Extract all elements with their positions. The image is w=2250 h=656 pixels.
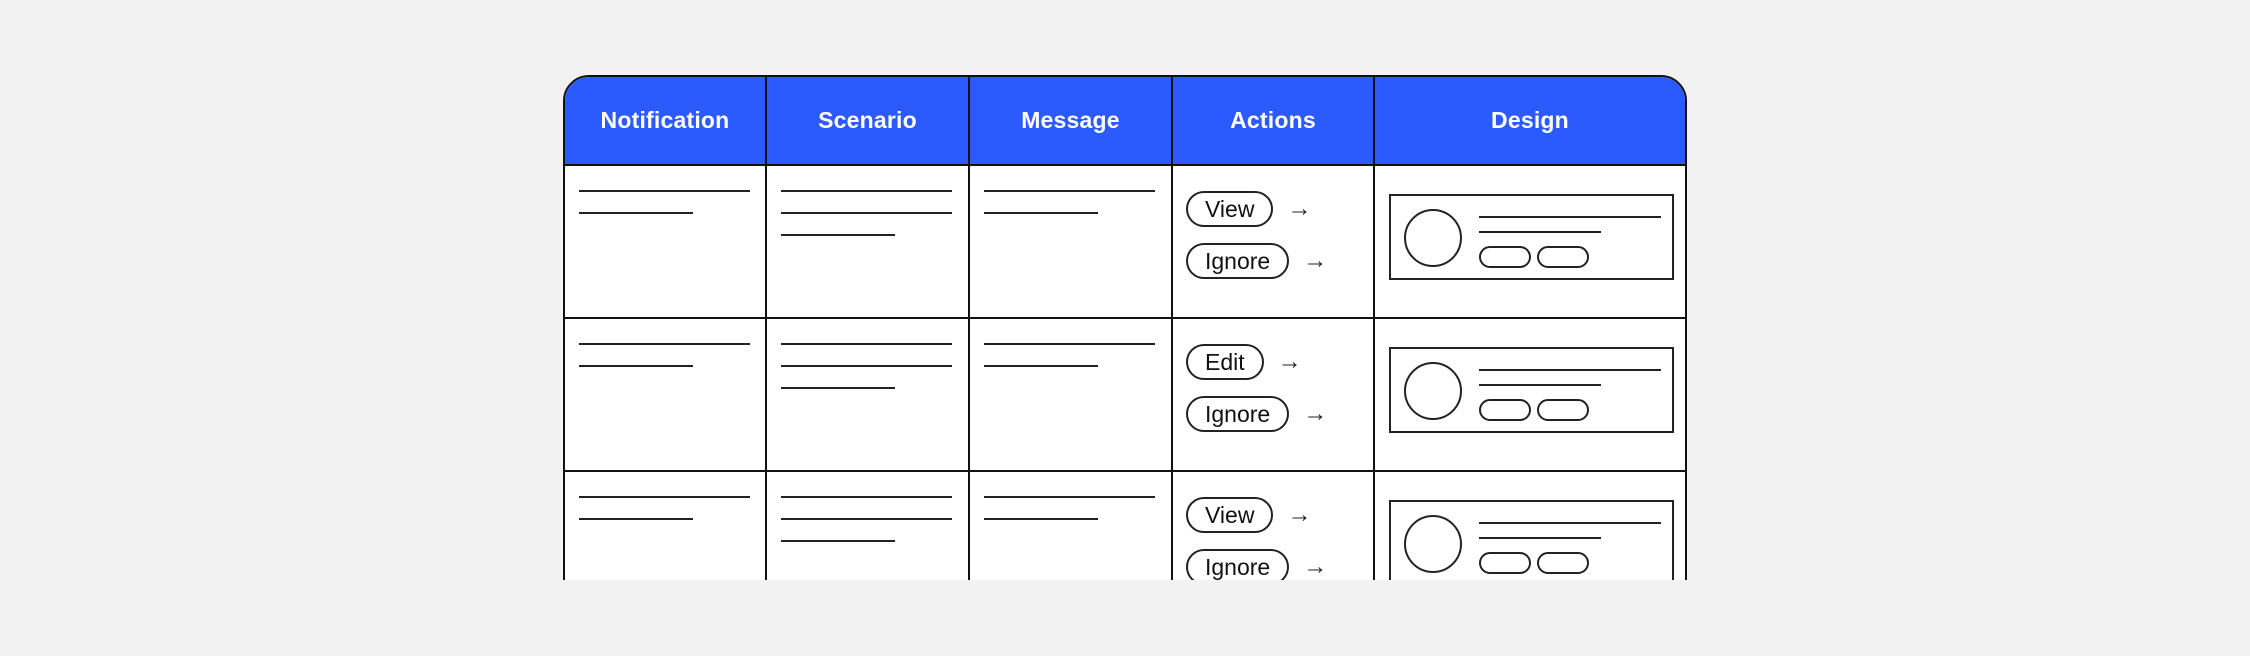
card-button-placeholder <box>1479 246 1531 268</box>
message-placeholder-text <box>970 319 1171 367</box>
notification-placeholder-text <box>565 319 765 367</box>
edit-button[interactable]: Edit <box>1186 344 1264 380</box>
avatar-placeholder <box>1404 209 1462 267</box>
action-row: Ignore → <box>1186 243 1373 279</box>
placeholder-line <box>781 518 952 520</box>
column-header-notification: Notification <box>565 77 767 164</box>
design-card-wireframe <box>1389 194 1674 280</box>
card-subtitle-line <box>1479 537 1601 539</box>
card-button-placeholder <box>1537 246 1589 268</box>
arrow-right-icon: → <box>1277 348 1302 375</box>
placeholder-line <box>781 212 952 214</box>
placeholder-line <box>984 212 1098 214</box>
action-row: Ignore → <box>1186 396 1373 432</box>
column-header-actions: Actions <box>1173 77 1375 164</box>
placeholder-line <box>984 190 1155 192</box>
actions-cell: View → Ignore → <box>1173 472 1375 580</box>
placeholder-line <box>781 496 952 498</box>
message-cell <box>970 166 1173 317</box>
design-card-wireframe <box>1389 500 1674 580</box>
table-row: Edit → Ignore → <box>565 319 1685 472</box>
message-cell <box>970 472 1173 580</box>
column-header-message: Message <box>970 77 1173 164</box>
action-row: View → <box>1186 191 1373 227</box>
placeholder-line <box>579 343 750 345</box>
scenario-placeholder-text <box>767 472 968 542</box>
table-row: View → Ignore → <box>565 472 1685 580</box>
view-button[interactable]: View <box>1186 191 1274 227</box>
design-cell <box>1375 166 1685 317</box>
action-row: View → <box>1186 497 1373 533</box>
card-title-line <box>1479 522 1661 524</box>
card-button-placeholder <box>1537 552 1589 574</box>
placeholder-line <box>579 190 750 192</box>
action-list: View → Ignore → <box>1173 472 1373 580</box>
notification-cell <box>565 166 767 317</box>
placeholder-line <box>984 343 1155 345</box>
message-placeholder-text <box>970 166 1171 214</box>
notification-cell <box>565 472 767 580</box>
placeholder-line <box>781 190 952 192</box>
action-list: Edit → Ignore → <box>1173 319 1373 432</box>
notification-cell <box>565 319 767 470</box>
placeholder-line <box>984 496 1155 498</box>
ignore-button[interactable]: Ignore <box>1186 396 1290 432</box>
placeholder-line <box>579 496 750 498</box>
table-row: View → Ignore → <box>565 166 1685 319</box>
card-button-placeholder <box>1479 399 1531 421</box>
design-card-wireframe <box>1389 347 1674 433</box>
notification-placeholder-text <box>565 472 765 520</box>
arrow-right-icon: → <box>1287 195 1312 222</box>
scenario-cell <box>767 472 970 580</box>
placeholder-line <box>781 234 895 236</box>
actions-cell: View → Ignore → <box>1173 166 1375 317</box>
placeholder-line <box>984 365 1098 367</box>
arrow-right-icon: → <box>1303 247 1328 274</box>
placeholder-line <box>781 540 895 542</box>
placeholder-line <box>579 212 693 214</box>
action-row: Ignore → <box>1186 549 1373 580</box>
placeholder-line <box>579 365 693 367</box>
table-header-row: Notification Scenario Message Actions De… <box>565 77 1685 166</box>
placeholder-line <box>579 518 693 520</box>
scenario-cell <box>767 319 970 470</box>
action-row: Edit → <box>1186 344 1373 380</box>
card-title-line <box>1479 369 1661 371</box>
card-subtitle-line <box>1479 384 1601 386</box>
notification-table: Notification Scenario Message Actions De… <box>563 75 1687 580</box>
arrow-right-icon: → <box>1303 553 1328 580</box>
scenario-placeholder-text <box>767 166 968 236</box>
ignore-button[interactable]: Ignore <box>1186 243 1290 279</box>
column-header-design: Design <box>1491 107 1569 133</box>
avatar-placeholder <box>1404 515 1462 573</box>
column-header-scenario: Scenario <box>767 77 970 164</box>
ignore-button[interactable]: Ignore <box>1186 549 1290 580</box>
design-cell <box>1375 472 1685 580</box>
scenario-placeholder-text <box>767 319 968 389</box>
arrow-right-icon: → <box>1303 400 1328 427</box>
placeholder-line <box>984 518 1098 520</box>
placeholder-line <box>781 343 952 345</box>
card-button-placeholder <box>1479 552 1531 574</box>
card-title-line <box>1479 216 1661 218</box>
table-body: View → Ignore → Edit → Ignore → View → I… <box>565 166 1685 580</box>
viewport: Notification Scenario Message Actions De… <box>0 0 2250 580</box>
notification-placeholder-text <box>565 166 765 214</box>
design-cell <box>1375 319 1685 470</box>
card-subtitle-line <box>1479 231 1601 233</box>
scenario-cell <box>767 166 970 317</box>
action-list: View → Ignore → <box>1173 166 1373 279</box>
placeholder-line <box>781 387 895 389</box>
arrow-right-icon: → <box>1287 501 1312 528</box>
actions-cell: Edit → Ignore → <box>1173 319 1375 470</box>
placeholder-line <box>781 365 952 367</box>
view-button[interactable]: View <box>1186 497 1274 533</box>
card-button-placeholder <box>1537 399 1589 421</box>
message-cell <box>970 319 1173 470</box>
avatar-placeholder <box>1404 362 1462 420</box>
message-placeholder-text <box>970 472 1171 520</box>
